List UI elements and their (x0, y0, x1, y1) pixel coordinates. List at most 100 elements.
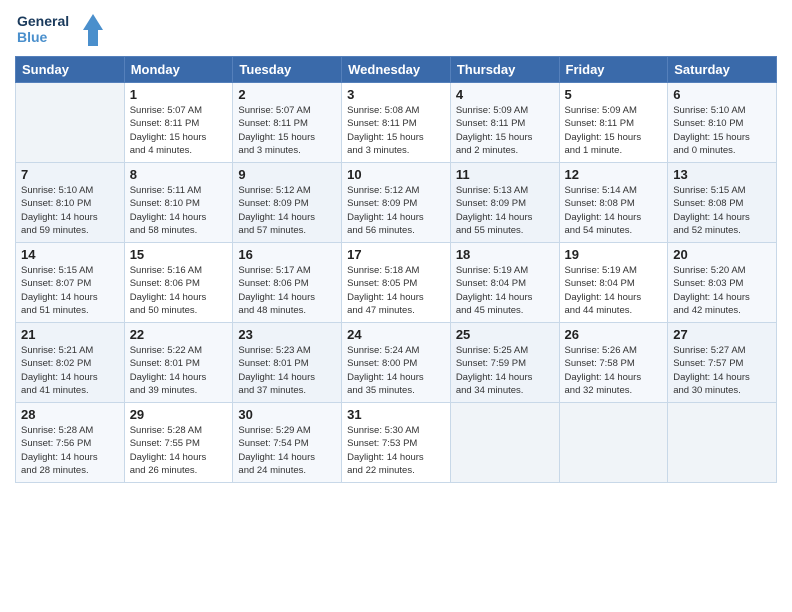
day-info: Sunrise: 5:25 AM Sunset: 7:59 PM Dayligh… (456, 344, 554, 397)
day-number: 26 (565, 327, 663, 342)
day-number: 31 (347, 407, 445, 422)
calendar-cell: 16Sunrise: 5:17 AM Sunset: 8:06 PM Dayli… (233, 243, 342, 323)
day-number: 11 (456, 167, 554, 182)
svg-text:Blue: Blue (17, 29, 48, 45)
calendar-cell: 27 Sunrise: 5:27 AM Sunset: 7:57 PM Dayli… (668, 323, 777, 403)
day-info: Sunrise: 5:27 AM Sunset: 7:57 PM Dayligh… (673, 344, 771, 397)
day-number: 24 (347, 327, 445, 342)
weekday-header: Friday (559, 57, 668, 83)
day-number: 25 (456, 327, 554, 342)
day-info: Sunrise: 5:19 AM Sunset: 8:04 PM Dayligh… (456, 264, 554, 317)
calendar-cell: 31 Sunrise: 5:30 AM Sunset: 7:53 PM Dayli… (342, 403, 451, 483)
day-info: Sunrise: 5:07 AM Sunset: 8:11 PM Dayligh… (130, 104, 228, 157)
calendar-cell: 24 Sunrise: 5:24 AM Sunset: 8:00 PM Dayli… (342, 323, 451, 403)
day-number: 30 (238, 407, 336, 422)
day-info: Sunrise: 5:18 AM Sunset: 8:05 PM Dayligh… (347, 264, 445, 317)
calendar-cell: 19Sunrise: 5:19 AM Sunset: 8:04 PM Dayli… (559, 243, 668, 323)
calendar-cell: 17 Sunrise: 5:18 AM Sunset: 8:05 PM Dayli… (342, 243, 451, 323)
calendar-cell: 25 Sunrise: 5:25 AM Sunset: 7:59 PM Dayli… (450, 323, 559, 403)
calendar-cell: 8Sunrise: 5:11 AM Sunset: 8:10 PM Daylig… (124, 163, 233, 243)
day-info: Sunrise: 5:15 AM Sunset: 8:08 PM Dayligh… (673, 184, 771, 237)
calendar-cell: 4Sunrise: 5:09 AM Sunset: 8:11 PM Daylig… (450, 83, 559, 163)
calendar-cell: 26 Sunrise: 5:26 AM Sunset: 7:58 PM Dayli… (559, 323, 668, 403)
day-number: 7 (21, 167, 119, 182)
calendar-cell: 23 Sunrise: 5:23 AM Sunset: 8:01 PM Dayli… (233, 323, 342, 403)
day-info: Sunrise: 5:10 AM Sunset: 8:10 PM Dayligh… (21, 184, 119, 237)
day-number: 13 (673, 167, 771, 182)
calendar-cell: 22 Sunrise: 5:22 AM Sunset: 8:01 PM Dayli… (124, 323, 233, 403)
day-number: 28 (21, 407, 119, 422)
day-number: 23 (238, 327, 336, 342)
day-info: Sunrise: 5:11 AM Sunset: 8:10 PM Dayligh… (130, 184, 228, 237)
calendar-cell (668, 403, 777, 483)
calendar-week-row: 7 Sunrise: 5:10 AM Sunset: 8:10 PM Daylig… (16, 163, 777, 243)
day-info: Sunrise: 5:15 AM Sunset: 8:07 PM Dayligh… (21, 264, 119, 317)
logo: General Blue (15, 10, 105, 52)
calendar-cell: 18 Sunrise: 5:19 AM Sunset: 8:04 PM Dayli… (450, 243, 559, 323)
day-info: Sunrise: 5:09 AM Sunset: 8:11 PM Dayligh… (565, 104, 663, 157)
calendar-cell: 9 Sunrise: 5:12 AM Sunset: 8:09 PM Daylig… (233, 163, 342, 243)
day-number: 12 (565, 167, 663, 182)
day-number: 18 (456, 247, 554, 262)
day-number: 4 (456, 87, 554, 102)
day-number: 6 (673, 87, 771, 102)
calendar-cell: 6 Sunrise: 5:10 AM Sunset: 8:10 PM Daylig… (668, 83, 777, 163)
day-info: Sunrise: 5:12 AM Sunset: 8:09 PM Dayligh… (238, 184, 336, 237)
calendar-cell (16, 83, 125, 163)
svg-text:General: General (17, 13, 69, 29)
day-number: 2 (238, 87, 336, 102)
day-number: 5 (565, 87, 663, 102)
day-info: Sunrise: 5:24 AM Sunset: 8:00 PM Dayligh… (347, 344, 445, 397)
page-container: General Blue SundayMondayTuesdayWednesda… (0, 0, 792, 493)
calendar-cell: 12 Sunrise: 5:14 AM Sunset: 8:08 PM Dayli… (559, 163, 668, 243)
weekday-header: Wednesday (342, 57, 451, 83)
header: General Blue (15, 10, 777, 52)
day-info: Sunrise: 5:16 AM Sunset: 8:06 PM Dayligh… (130, 264, 228, 317)
day-number: 19 (565, 247, 663, 262)
day-info: Sunrise: 5:14 AM Sunset: 8:08 PM Dayligh… (565, 184, 663, 237)
day-info: Sunrise: 5:07 AM Sunset: 8:11 PM Dayligh… (238, 104, 336, 157)
day-number: 3 (347, 87, 445, 102)
calendar-cell: 28Sunrise: 5:28 AM Sunset: 7:56 PM Dayli… (16, 403, 125, 483)
day-number: 15 (130, 247, 228, 262)
calendar-cell: 21 Sunrise: 5:21 AM Sunset: 8:02 PM Dayli… (16, 323, 125, 403)
calendar-week-row: 21 Sunrise: 5:21 AM Sunset: 8:02 PM Dayli… (16, 323, 777, 403)
day-info: Sunrise: 5:08 AM Sunset: 8:11 PM Dayligh… (347, 104, 445, 157)
day-info: Sunrise: 5:12 AM Sunset: 8:09 PM Dayligh… (347, 184, 445, 237)
weekday-header-row: SundayMondayTuesdayWednesdayThursdayFrid… (16, 57, 777, 83)
day-number: 10 (347, 167, 445, 182)
calendar-cell: 2 Sunrise: 5:07 AM Sunset: 8:11 PM Daylig… (233, 83, 342, 163)
calendar-cell: 29 Sunrise: 5:28 AM Sunset: 7:55 PM Dayli… (124, 403, 233, 483)
day-info: Sunrise: 5:21 AM Sunset: 8:02 PM Dayligh… (21, 344, 119, 397)
weekday-header: Thursday (450, 57, 559, 83)
day-number: 27 (673, 327, 771, 342)
calendar-cell: 5 Sunrise: 5:09 AM Sunset: 8:11 PM Daylig… (559, 83, 668, 163)
day-info: Sunrise: 5:26 AM Sunset: 7:58 PM Dayligh… (565, 344, 663, 397)
calendar-cell: 30 Sunrise: 5:29 AM Sunset: 7:54 PM Dayli… (233, 403, 342, 483)
day-info: Sunrise: 5:20 AM Sunset: 8:03 PM Dayligh… (673, 264, 771, 317)
day-info: Sunrise: 5:29 AM Sunset: 7:54 PM Dayligh… (238, 424, 336, 477)
calendar-cell: 15 Sunrise: 5:16 AM Sunset: 8:06 PM Dayli… (124, 243, 233, 323)
calendar-week-row: 1Sunrise: 5:07 AM Sunset: 8:11 PM Daylig… (16, 83, 777, 163)
calendar-table: SundayMondayTuesdayWednesdayThursdayFrid… (15, 56, 777, 483)
calendar-week-row: 28Sunrise: 5:28 AM Sunset: 7:56 PM Dayli… (16, 403, 777, 483)
day-number: 14 (21, 247, 119, 262)
calendar-week-row: 14 Sunrise: 5:15 AM Sunset: 8:07 PM Dayli… (16, 243, 777, 323)
day-number: 21 (21, 327, 119, 342)
calendar-cell: 11Sunrise: 5:13 AM Sunset: 8:09 PM Dayli… (450, 163, 559, 243)
day-number: 22 (130, 327, 228, 342)
day-number: 9 (238, 167, 336, 182)
day-number: 16 (238, 247, 336, 262)
day-info: Sunrise: 5:28 AM Sunset: 7:55 PM Dayligh… (130, 424, 228, 477)
weekday-header: Tuesday (233, 57, 342, 83)
day-info: Sunrise: 5:22 AM Sunset: 8:01 PM Dayligh… (130, 344, 228, 397)
day-number: 29 (130, 407, 228, 422)
day-number: 17 (347, 247, 445, 262)
day-info: Sunrise: 5:30 AM Sunset: 7:53 PM Dayligh… (347, 424, 445, 477)
day-number: 20 (673, 247, 771, 262)
day-info: Sunrise: 5:10 AM Sunset: 8:10 PM Dayligh… (673, 104, 771, 157)
calendar-cell: 1Sunrise: 5:07 AM Sunset: 8:11 PM Daylig… (124, 83, 233, 163)
weekday-header: Sunday (16, 57, 125, 83)
weekday-header: Monday (124, 57, 233, 83)
day-info: Sunrise: 5:23 AM Sunset: 8:01 PM Dayligh… (238, 344, 336, 397)
